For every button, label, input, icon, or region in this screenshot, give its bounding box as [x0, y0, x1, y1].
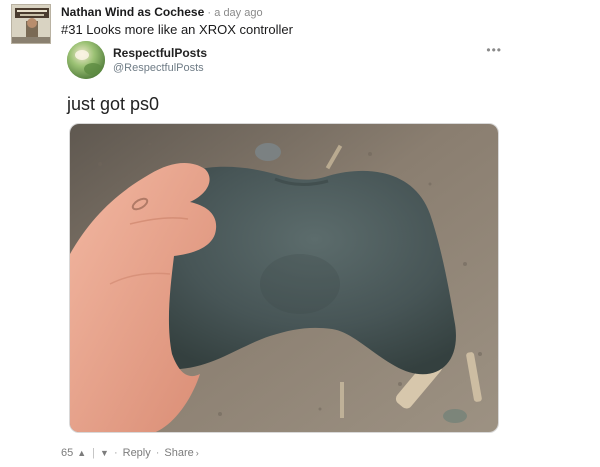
action-separator: · [155, 447, 160, 459]
vote-divider: | [92, 447, 96, 459]
downvote-icon[interactable]: ▼ [100, 446, 109, 460]
comment-meta: Nathan Wind as Cochese · a day ago [61, 5, 263, 20]
comment-author[interactable]: Nathan Wind as Cochese [61, 5, 204, 19]
upvote-icon[interactable]: ▲ [77, 446, 86, 460]
share-label: Share [164, 447, 194, 459]
comment-body: #31 Looks more like an XROX controller [61, 22, 293, 37]
vote-score: 65 [61, 447, 74, 459]
comment-actions: 65 ▲ | ▼ · Reply · Share › [61, 446, 199, 460]
chevron-right-icon: › [195, 448, 199, 458]
tweet-author-name[interactable]: RespectfulPosts [113, 46, 207, 60]
more-options-icon[interactable]: ••• [486, 43, 502, 57]
tweet-photo[interactable] [69, 123, 499, 433]
tweet-text: just got ps0 [67, 94, 160, 114]
reply-button[interactable]: Reply [123, 446, 151, 460]
comment-timestamp[interactable]: a day ago [214, 7, 262, 19]
tweet-avatar[interactable] [67, 41, 105, 79]
embedded-tweet: RespectfulPosts @RespectfulPosts ••• jus… [61, 37, 506, 437]
tweet-author-handle[interactable]: @RespectfulPosts [113, 62, 204, 74]
meta-separator: · [207, 5, 212, 19]
action-separator: · [113, 447, 118, 459]
share-button[interactable]: Share › [164, 446, 198, 460]
commenter-avatar[interactable] [11, 4, 51, 44]
